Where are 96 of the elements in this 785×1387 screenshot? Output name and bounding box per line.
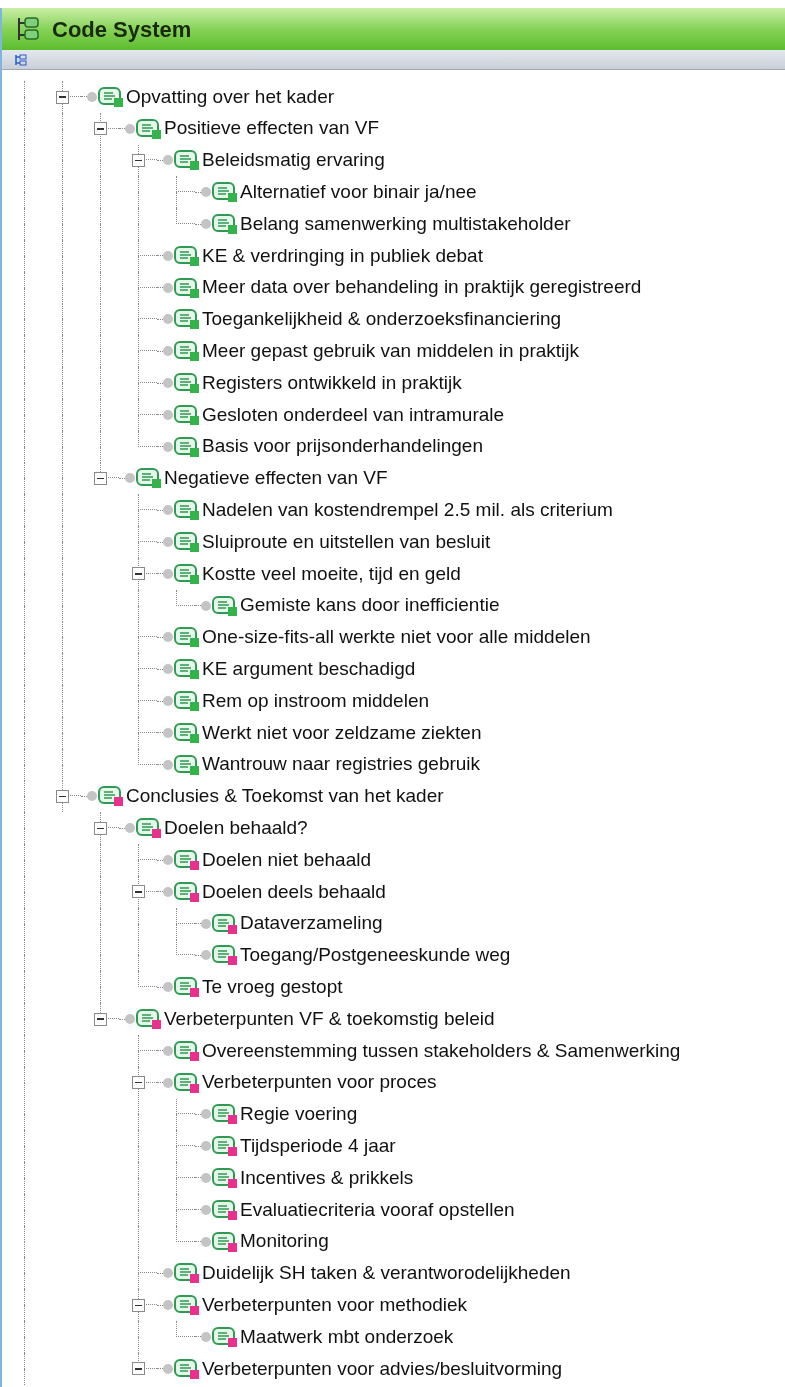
code-label[interactable]: Doelen deels behaald — [202, 877, 386, 907]
code-label[interactable]: Gesloten onderdeel van intramurale — [202, 400, 505, 430]
code-label[interactable]: Negatieve effecten van VF — [164, 464, 388, 493]
code-tag-icon — [136, 817, 162, 840]
code-tag-icon — [174, 403, 200, 426]
code-tag-icon — [174, 626, 200, 649]
collapse-icon[interactable] — [94, 122, 107, 136]
code-label[interactable]: Belang samenwerking multistakeholder — [240, 209, 571, 239]
code-label[interactable]: Verbeterpunten voor methodiek — [202, 1290, 468, 1320]
code-tag-icon — [174, 372, 200, 395]
code-tag-icon — [174, 308, 200, 331]
code-label[interactable]: Basis voor prijsonderhandelingen — [202, 432, 483, 461]
code-tag-icon — [212, 1103, 238, 1126]
code-label[interactable]: Registers ontwikkeld in praktijk — [202, 368, 462, 398]
code-tag-icon — [212, 1230, 238, 1253]
code-tag-icon — [174, 244, 200, 267]
code-label[interactable]: Dataverzameling — [240, 909, 383, 938]
code-tag-icon — [174, 531, 200, 554]
code-label[interactable]: Sluiproute en uitstellen van besluit — [202, 527, 491, 557]
code-label[interactable]: KE & verdringing in publiek debat — [202, 241, 483, 271]
code-tag-icon — [212, 1198, 238, 1221]
code-label[interactable]: Overeenstemming tussen stakeholders & Samenwerking — [202, 1036, 681, 1066]
code-label[interactable]: Verbeterpunten voor advies/besluitvorming — [202, 1354, 563, 1383]
code-label[interactable]: Duidelijk SH taken & verantworodelijkheden — [202, 1259, 571, 1288]
collapse-icon[interactable] — [132, 1076, 145, 1090]
tree-icon[interactable] — [14, 53, 27, 66]
code-tag-icon — [174, 149, 200, 172]
code-tag-icon — [174, 276, 200, 299]
code-tag-icon — [174, 435, 200, 458]
code-label[interactable]: Te vroeg gestopt — [202, 972, 343, 1002]
code-label[interactable]: Rem op instroom middelen — [202, 686, 430, 716]
code-tag-icon — [174, 690, 200, 713]
code-label[interactable]: Verbeterpunten voor proces — [202, 1068, 437, 1097]
collapse-icon[interactable] — [94, 1012, 107, 1026]
collapse-icon[interactable] — [56, 90, 69, 104]
code-tag-icon — [174, 1294, 200, 1317]
code-tag-icon — [136, 467, 162, 490]
code-label[interactable]: Kostte veel moeite, tijd en geld — [202, 559, 461, 589]
code-tag-icon — [212, 1135, 238, 1158]
code-tag-icon — [174, 1071, 200, 1094]
code-label[interactable]: KE argument beschadigd — [202, 655, 416, 684]
collapse-icon[interactable] — [132, 885, 145, 899]
code-tag-icon — [174, 1262, 200, 1285]
code-tag-icon — [136, 1008, 162, 1030]
code-tag-icon — [174, 340, 200, 363]
code-label[interactable]: Tijdsperiode 4 jaar — [240, 1131, 396, 1161]
code-label[interactable]: Wantrouw naar registries gebruik — [202, 750, 481, 779]
code-tag-icon — [98, 785, 124, 808]
code-tag-icon — [212, 1325, 238, 1348]
collapse-icon[interactable] — [132, 567, 145, 581]
code-label[interactable]: Opvatting over het kader — [126, 82, 335, 112]
code-tag-icon — [174, 753, 200, 776]
code-label[interactable]: Alternatief voor binair ja/nee — [240, 178, 477, 207]
code-label[interactable]: Meer gepast gebruik van middelen in praktijk — [202, 337, 580, 366]
code-label[interactable]: Maatwerk mbt onderzoek — [240, 1322, 454, 1352]
code-label[interactable]: Werkt niet voor zeldzame ziekten — [202, 718, 482, 748]
collapse-icon[interactable] — [132, 1298, 145, 1312]
code-tag-icon — [212, 594, 238, 617]
collapse-icon[interactable] — [94, 821, 107, 835]
code-tag-icon — [174, 880, 200, 903]
code-label[interactable]: Conclusies & Toekomst van het kader — [126, 782, 444, 811]
code-label[interactable]: Meer data over behandeling in praktijk geregistreerd — [202, 273, 642, 302]
code-label[interactable]: Incentives & prikkels — [240, 1163, 414, 1193]
code-label[interactable]: Monitoring — [240, 1227, 329, 1256]
code-label[interactable]: Doelen behaald? — [164, 813, 308, 843]
code-tag-icon — [174, 658, 200, 681]
code-label[interactable]: Toegankelijkheid & onderzoeksfinanciering — [202, 305, 562, 334]
code-tag-icon — [174, 849, 200, 871]
code-label[interactable]: Gemiste kans door inefficientie — [240, 591, 500, 620]
code-tag-icon — [212, 944, 238, 967]
code-tag-icon — [174, 1357, 200, 1380]
panel-title: Code System — [52, 15, 192, 44]
code-tag-icon — [174, 1039, 200, 1062]
code-label[interactable]: Nadelen van kostendrempel 2.5 mil. als criterium — [202, 496, 613, 525]
code-label[interactable]: Beleidsmatig ervaring — [202, 146, 385, 175]
code-tag-icon — [174, 721, 200, 744]
code-tag-icon — [136, 117, 162, 140]
code-label[interactable]: Evaluatiecriteria vooraf opstellen — [240, 1195, 515, 1225]
collapse-icon[interactable] — [132, 1362, 145, 1376]
code-tag-icon — [212, 1167, 238, 1189]
code-label[interactable]: Doelen niet behaald — [202, 845, 372, 875]
code-tag-icon — [174, 976, 200, 999]
code-tag-icon — [212, 181, 238, 204]
code-label[interactable]: One-size-fits-all werkte niet voor alle middelen — [202, 623, 591, 652]
code-label[interactable]: Positieve effecten van VF — [164, 114, 380, 143]
code-tag-icon — [174, 562, 200, 585]
code-label[interactable]: Toegang/Postgeneeskunde weg — [240, 941, 511, 970]
code-tag-icon — [212, 912, 238, 935]
code-label[interactable]: Verbeterpunten VF & toekomstig beleid — [164, 1004, 495, 1034]
collapse-icon[interactable] — [94, 472, 107, 486]
code-tag-icon — [212, 213, 238, 236]
collapse-icon[interactable] — [132, 154, 145, 168]
collapse-icon[interactable] — [56, 790, 69, 804]
code-tag-icon — [174, 499, 200, 522]
code-tag-icon — [98, 85, 124, 108]
code-label[interactable]: Regie voering — [240, 1100, 358, 1129]
